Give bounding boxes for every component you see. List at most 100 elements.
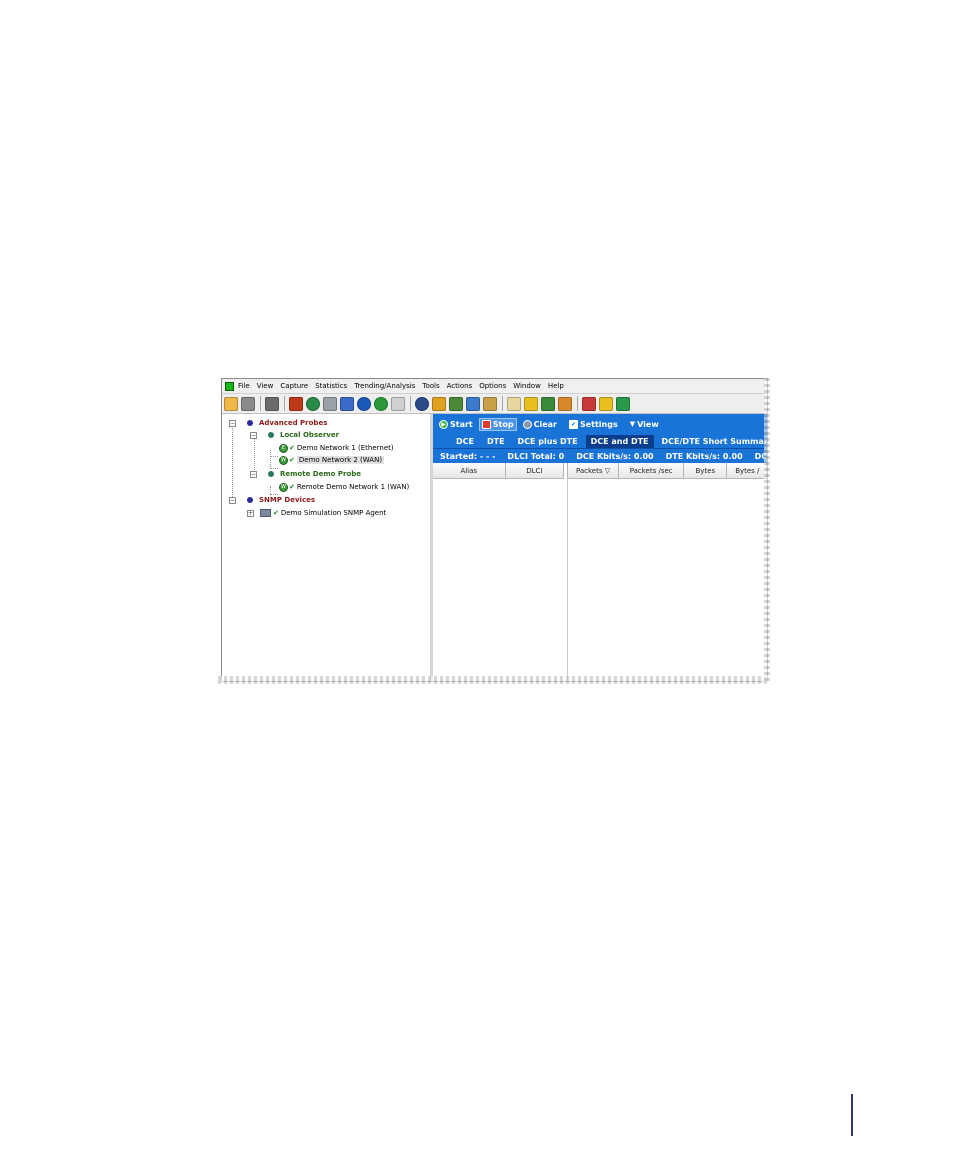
tree-line	[270, 486, 271, 494]
graph-icon[interactable]	[432, 396, 446, 411]
filter-icon[interactable]	[599, 396, 613, 411]
status-dlci-total: DLCI Total: 0	[507, 451, 565, 461]
column-header-bytes[interactable]: Bytes	[684, 463, 728, 479]
network-icon[interactable]	[466, 396, 480, 411]
column-header-packets-sec[interactable]: Packets /sec	[618, 463, 685, 479]
column-header-bytes-2[interactable]: Bytes /	[727, 463, 767, 479]
tree-label: Advanced Probes	[259, 419, 328, 427]
menu-actions[interactable]: Actions	[447, 382, 473, 390]
stop-button[interactable]: Stop	[478, 417, 517, 431]
application-window: File View Capture Statistics Trending/An…	[221, 378, 768, 682]
status-dce-kbits: DCE Kbits/s: 0.00	[576, 451, 654, 461]
probe-tree-pane: − Advanced Probes − Local Observer E ✔ D…	[222, 414, 433, 681]
globe-icon[interactable]	[306, 396, 320, 411]
clear-icon	[522, 419, 532, 429]
menu-file[interactable]: File	[238, 382, 250, 390]
menu-capture[interactable]: Capture	[280, 382, 308, 390]
menu-options[interactable]: Options	[479, 382, 506, 390]
tree-line	[270, 450, 271, 467]
bucket-icon[interactable]	[541, 396, 555, 411]
page-marker	[851, 1094, 853, 1136]
tree-label-selected: Demo Network 2 (WAN)	[296, 456, 385, 464]
line-graph-icon[interactable]	[449, 396, 463, 411]
group-dot-icon	[268, 432, 274, 438]
tree-line	[232, 426, 233, 503]
column-header-dlci[interactable]: DLCI	[505, 463, 565, 479]
status-started: Started: - - -	[440, 451, 496, 461]
toolbar-separator	[577, 396, 578, 411]
column-header-alias[interactable]: Alias	[433, 463, 506, 479]
tree-item-demo-network-1[interactable]: E ✔ Demo Network 1 (Ethernet)	[279, 442, 394, 454]
copy-icon[interactable]	[323, 396, 337, 411]
clear-label: Clear	[533, 419, 557, 429]
statistics-pane: ▶ Start Stop Clear ✔ Settings ▼ View DCE…	[433, 414, 767, 681]
tab-dce-plus-dte[interactable]: DCE plus DTE	[513, 435, 583, 448]
brush-icon[interactable]	[558, 396, 572, 411]
tree-label: Demo Simulation SNMP Agent	[280, 509, 387, 517]
start-label: Start	[450, 419, 473, 429]
book-icon[interactable]	[507, 396, 521, 411]
tab-dte[interactable]: DTE	[482, 435, 510, 448]
tree-item-snmp-devices[interactable]: − SNMP Devices	[229, 494, 315, 506]
tree-item-demo-network-2[interactable]: W ✔ Demo Network 2 (WAN)	[279, 454, 385, 466]
monitor-icon[interactable]	[616, 396, 630, 411]
home-icon[interactable]	[265, 396, 279, 411]
menu-help[interactable]: Help	[548, 382, 564, 390]
toolbar-separator	[260, 396, 261, 411]
menu-trending-analysis[interactable]: Trending/Analysis	[354, 382, 415, 390]
status-bar: Started: - - - DLCI Total: 0 DCE Kbits/s…	[433, 448, 767, 463]
toolbar-separator	[502, 396, 503, 411]
settings-button[interactable]: ✔ Settings	[567, 419, 620, 430]
tree-item-remote-demo-network[interactable]: W ✔ Remote Demo Network 1 (WAN)	[279, 481, 409, 493]
settings-label: Settings	[579, 419, 618, 429]
calendar-icon[interactable]	[340, 396, 354, 411]
collapse-icon[interactable]: −	[250, 470, 257, 478]
collapse-icon[interactable]: −	[229, 496, 236, 504]
collapse-icon[interactable]: −	[229, 419, 236, 427]
stop-sound-icon[interactable]	[391, 396, 405, 411]
tree-line	[270, 456, 278, 457]
checkmark-icon: ✔	[289, 444, 295, 452]
menu-view[interactable]: View	[257, 382, 274, 390]
group-dot-icon	[247, 420, 253, 426]
pause-icon[interactable]	[374, 396, 388, 411]
menu-window[interactable]: Window	[513, 382, 541, 390]
clear-button[interactable]: Clear	[521, 419, 559, 430]
tab-dce-and-dte[interactable]: DCE and DTE	[585, 434, 654, 448]
column-header-packets[interactable]: Packets ▽	[568, 463, 619, 479]
torn-edge-right	[764, 378, 770, 682]
app-icon	[225, 381, 234, 391]
content-area: − Advanced Probes − Local Observer E ✔ D…	[222, 414, 767, 681]
collapse-icon[interactable]: −	[250, 431, 257, 439]
probe-icon: E	[279, 443, 288, 453]
table-header: Alias DLCI Packets ▽ Packets /sec Bytes …	[433, 463, 767, 479]
tree-item-snmp-agent[interactable]: + ✔ Demo Simulation SNMP Agent	[247, 507, 386, 519]
view-button[interactable]: ▼ View	[628, 419, 661, 430]
report-icon[interactable]	[483, 396, 497, 411]
menu-bar: File View Capture Statistics Trending/An…	[222, 379, 767, 393]
tree-item-local-observer[interactable]: − Local Observer	[250, 429, 339, 441]
tree-item-remote-demo-probe[interactable]: − Remote Demo Probe	[250, 468, 361, 480]
menu-tools[interactable]: Tools	[422, 382, 439, 390]
start-button[interactable]: ▶ Start	[437, 419, 475, 430]
pin-icon[interactable]	[524, 396, 538, 411]
probe-search-icon[interactable]	[224, 396, 238, 411]
tree-label: Remote Demo Probe	[280, 470, 362, 478]
snmp-device-icon	[260, 509, 271, 517]
tools-icon[interactable]	[582, 396, 596, 411]
clock-icon[interactable]	[357, 396, 371, 411]
menu-statistics[interactable]: Statistics	[315, 382, 347, 390]
save-icon[interactable]	[241, 396, 255, 411]
refresh-icon[interactable]	[415, 396, 429, 411]
expand-icon[interactable]: +	[247, 509, 254, 517]
tree-label: Remote Demo Network 1 (WAN)	[296, 483, 410, 491]
probe-icon: W	[279, 482, 288, 492]
group-dot-icon	[247, 497, 253, 503]
tree-item-advanced-probes[interactable]: − Advanced Probes	[229, 417, 327, 429]
main-toolbar	[222, 393, 767, 414]
chart-icon[interactable]	[289, 396, 303, 411]
tab-dce-dte-short-summary[interactable]: DCE/DTE Short Summary	[657, 435, 767, 448]
tab-dce[interactable]: DCE	[451, 435, 479, 448]
tree-label: Demo Network 1 (Ethernet)	[296, 444, 394, 452]
settings-check-icon: ✔	[568, 419, 578, 429]
